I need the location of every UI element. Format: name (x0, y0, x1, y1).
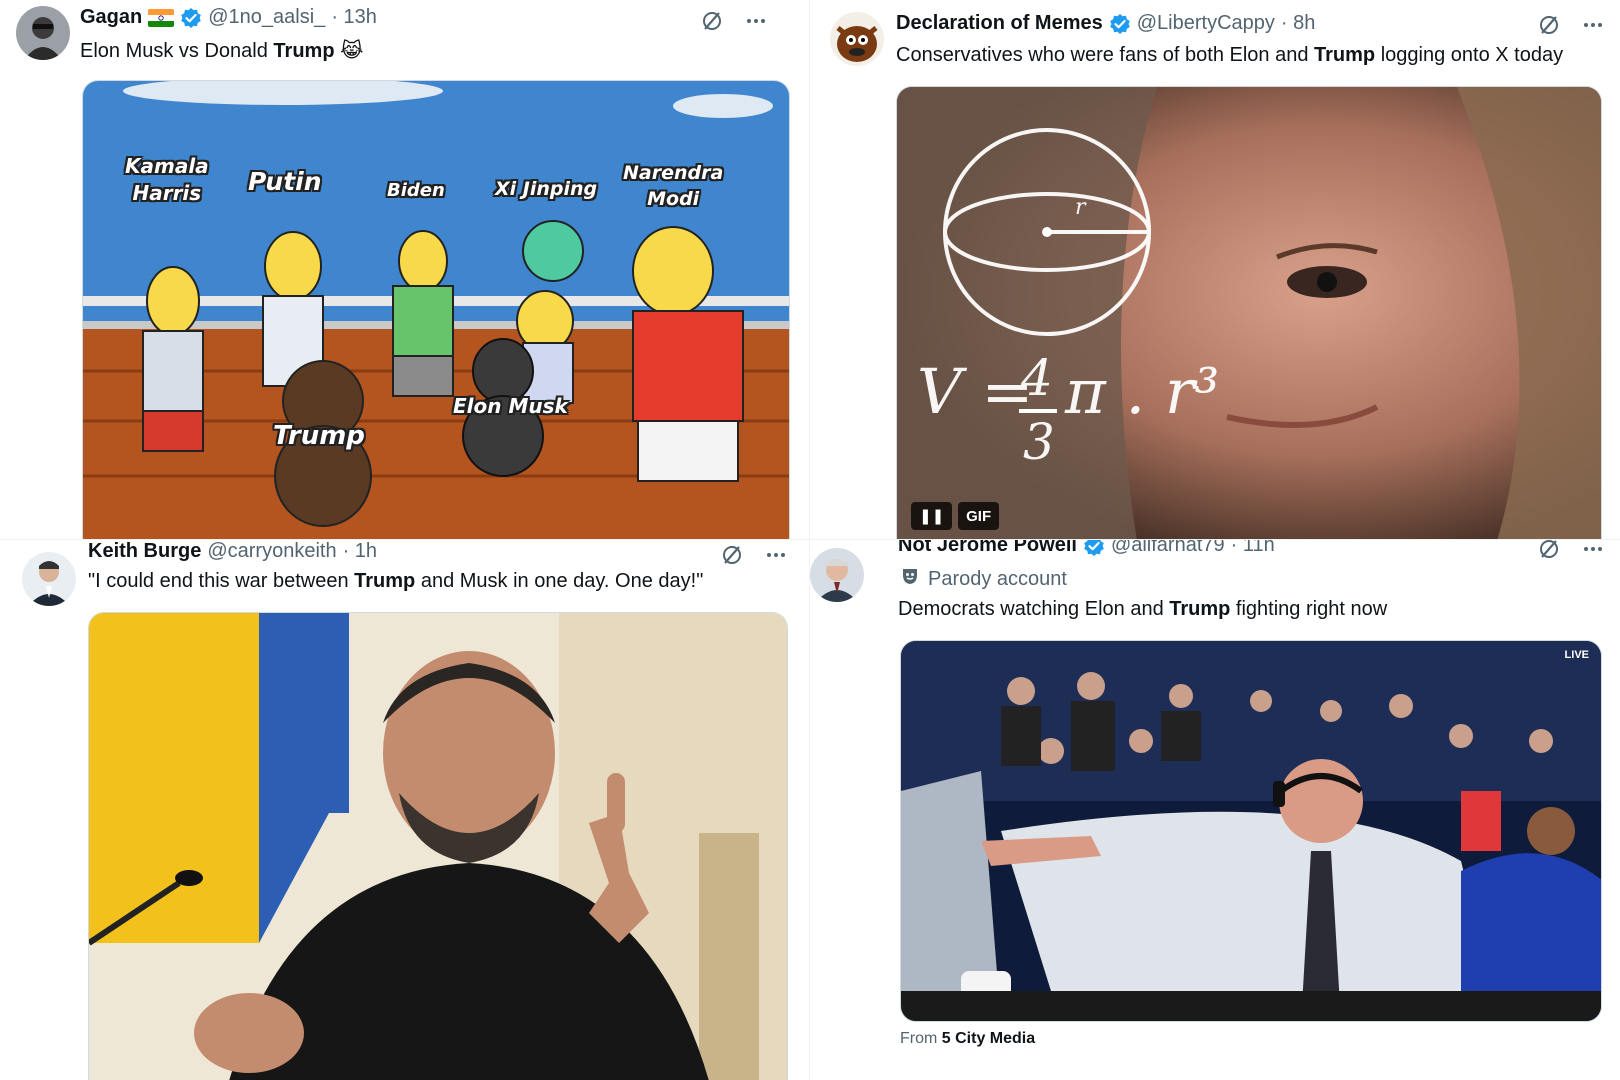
grok-icon[interactable] (1536, 12, 1562, 38)
tweet-text: Conservatives who were fans of both Elon… (896, 44, 1563, 67)
tweet-video-commentators[interactable]: LIVE (900, 640, 1602, 1022)
handle[interactable]: @LibertyCappy (1137, 12, 1275, 35)
handle[interactable]: @alifarhat79 (1111, 540, 1225, 557)
timestamp[interactable]: · 11h (1231, 540, 1275, 557)
text-segment: Conservatives who were fans of both Elon… (896, 44, 1315, 66)
meme-label-putin: Putin (248, 167, 322, 196)
parody-text: Parody account (928, 567, 1067, 590)
display-name[interactable]: Not Jerome Powell (898, 540, 1077, 557)
tweet-text: Elon Musk vs Donald Trump 😹 (80, 38, 363, 63)
tweet-keith-burge[interactable]: Keith Burge @carryonkeith · 1h "I could … (0, 540, 810, 1080)
tweet-text: Democrats watching Elon and Trump fighti… (898, 598, 1387, 621)
gif-controls: ❚❚ GIF (911, 502, 1000, 530)
grok-icon[interactable] (1536, 540, 1562, 562)
meme-label-trump: Trump (273, 421, 365, 451)
text-keyword[interactable]: Trump (273, 40, 334, 62)
media-source: From 5 City Media (900, 1030, 1035, 1048)
meme-label-xi-jinping: Xi Jinping (495, 178, 598, 200)
tweet-header: Not Jerome Powell @alifarhat79 · 11h (898, 540, 1275, 557)
tweet-image-simpsons-meme[interactable]: Kamala Harris Putin Biden Xi Jinping Nar… (82, 80, 790, 539)
handle[interactable]: @1no_aalsi_ (208, 6, 325, 29)
avatar[interactable] (16, 6, 70, 60)
display-name[interactable]: Keith Burge (88, 540, 201, 563)
tweet-actions (699, 8, 769, 34)
timestamp[interactable]: · 8h (1281, 12, 1315, 35)
tweet-image-zelensky[interactable] (88, 612, 788, 1080)
meme-label-biden: Biden (387, 180, 445, 201)
tweet-gagan[interactable]: Gagan @1no_aalsi_ · 13h Elon Musk vs Don… (0, 0, 810, 540)
tweet-actions (719, 542, 789, 568)
formula-rhs: π . r³ (1065, 355, 1220, 428)
tweet-header: Declaration of Memes @LibertyCappy · 8h (896, 12, 1315, 35)
tweet-header: Gagan @1no_aalsi_ · 13h (80, 6, 377, 29)
formula-numerator: 4 (1021, 349, 1053, 407)
more-icon[interactable] (1580, 540, 1606, 562)
more-icon[interactable] (1580, 12, 1606, 38)
formula-lhs: V = (917, 355, 1034, 428)
avatar[interactable] (830, 12, 884, 66)
text-keyword[interactable]: Trump (1314, 44, 1375, 66)
verified-badge-icon (1083, 540, 1105, 557)
tweet-actions (1536, 12, 1606, 38)
timestamp[interactable]: · 1h (343, 540, 377, 563)
meme-label-modi: Narendra Modi (623, 162, 724, 210)
text-segment: logging onto X today (1375, 44, 1564, 66)
india-flag-icon (148, 8, 175, 27)
text-segment: fighting right now (1230, 598, 1388, 620)
verified-badge-icon (1109, 13, 1131, 35)
more-icon[interactable] (763, 542, 789, 568)
verified-badge-icon (180, 7, 202, 29)
grok-icon[interactable] (719, 542, 745, 568)
tweet-text: "I could end this war between Trump and … (88, 570, 703, 593)
avatar[interactable] (810, 548, 864, 602)
tweet-not-jerome-powell[interactable]: Not Jerome Powell @alifarhat79 · 11h Par… (810, 540, 1620, 1080)
text-segment: 😹 (334, 40, 364, 62)
handle[interactable]: @carryonkeith (207, 540, 336, 563)
display-name[interactable]: Gagan (80, 6, 142, 29)
from-source-link[interactable]: 5 City Media (942, 1030, 1035, 1047)
tweet-header: Keith Burge @carryonkeith · 1h (88, 540, 377, 563)
text-segment: Elon Musk vs Donald (80, 40, 274, 62)
more-icon[interactable] (743, 8, 769, 34)
tweet-declaration-of-memes[interactable]: Declaration of Memes @LibertyCappy · 8h … (810, 0, 1620, 540)
meme-label-elon-musk: Elon Musk (453, 394, 568, 418)
from-prefix: From (900, 1030, 942, 1047)
text-segment: Democrats watching Elon and (898, 598, 1170, 620)
text-segment: and Musk in one day. One day!" (415, 570, 704, 592)
gif-badge: GIF (958, 502, 1000, 530)
parody-mask-icon (900, 566, 920, 592)
grok-icon[interactable] (699, 8, 725, 34)
pause-button[interactable]: ❚❚ (911, 502, 953, 530)
meme-label-kamala: Kamala Harris (125, 154, 209, 205)
formula-denominator: 3 (1023, 413, 1055, 471)
text-keyword[interactable]: Trump (354, 570, 415, 592)
tweet-gif-math-lady[interactable]: V = 4 3 π . r³ r ❚❚ GIF (896, 86, 1602, 539)
display-name[interactable]: Declaration of Memes (896, 12, 1103, 35)
avatar[interactable] (22, 552, 76, 606)
tweet-actions (1536, 540, 1606, 562)
live-badge: LIVE (1564, 649, 1589, 661)
text-segment: "I could end this war between (88, 570, 355, 592)
formula-radius-label: r (1075, 195, 1086, 220)
text-keyword[interactable]: Trump (1169, 598, 1230, 620)
timestamp[interactable]: · 13h (331, 6, 377, 29)
parody-label: Parody account (900, 566, 1067, 592)
